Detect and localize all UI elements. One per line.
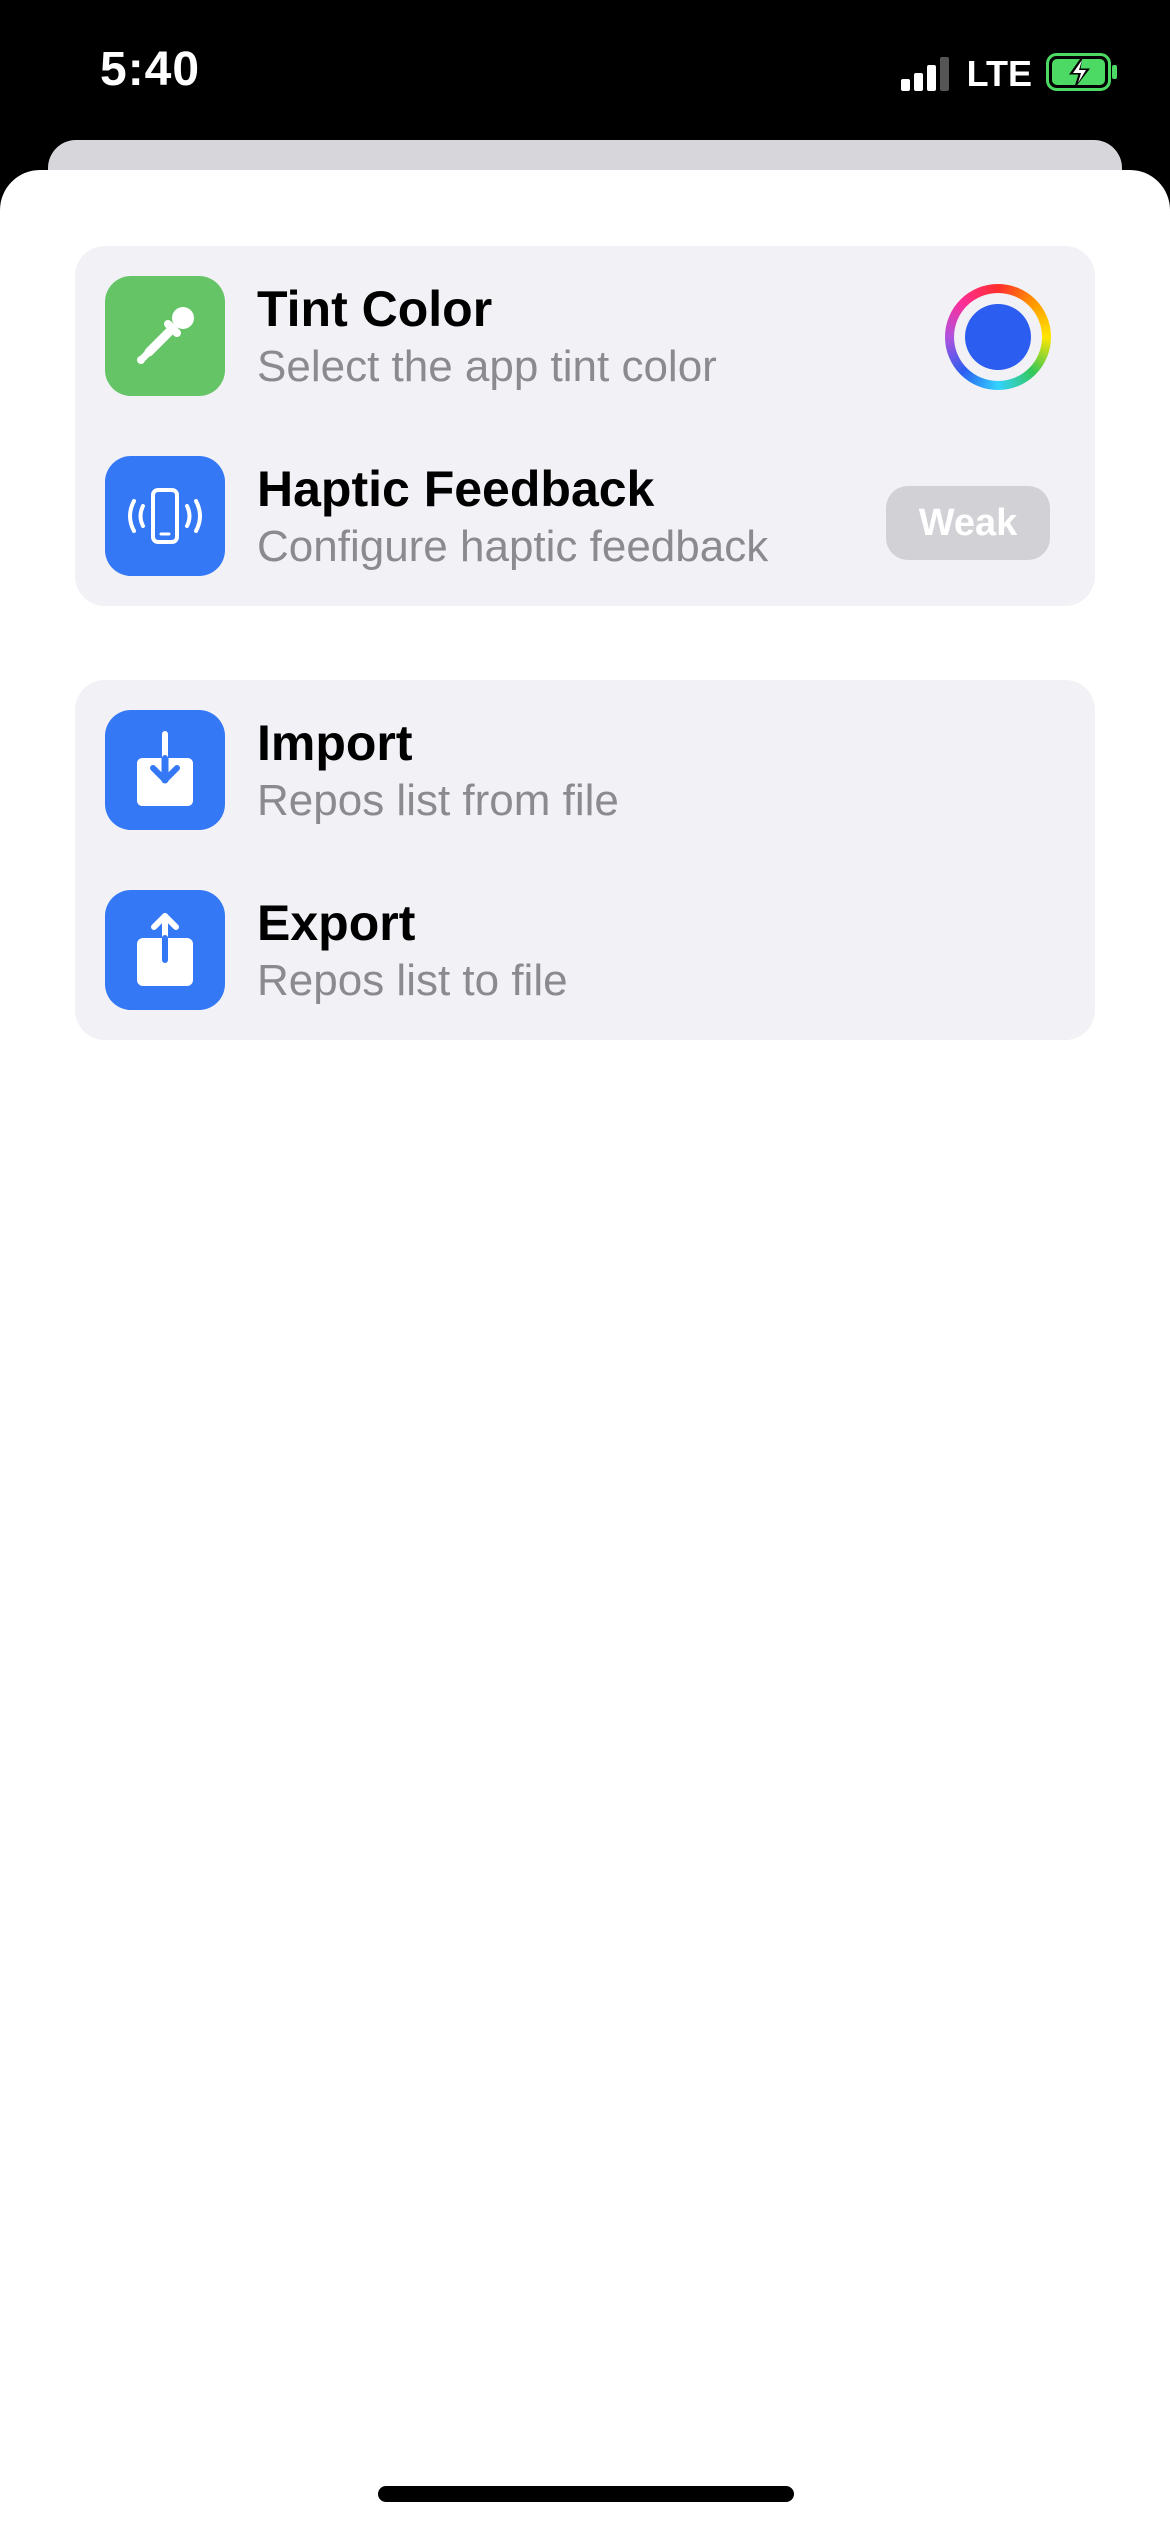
export-title: Export: [257, 895, 416, 951]
eyedropper-icon: [105, 276, 225, 396]
tint-color-subtitle: Select the app tint color: [257, 342, 717, 391]
haptic-feedback-subtitle: Configure haptic feedback: [257, 522, 769, 571]
haptic-feedback-row[interactable]: Haptic Feedback Configure haptic feedbac…: [75, 426, 1095, 606]
square-arrow-up-icon: [105, 890, 225, 1010]
settings-sheet: Tint Color Select the app tint color Hap…: [0, 170, 1170, 2532]
battery-charging-icon: [1046, 52, 1118, 96]
phone-vibrate-icon: [105, 456, 225, 576]
home-indicator[interactable]: [378, 2486, 794, 2502]
export-row[interactable]: Export Repos list to file: [75, 860, 1095, 1040]
settings-group-appearance: Tint Color Select the app tint color Hap…: [75, 246, 1095, 606]
import-subtitle: Repos list from file: [257, 776, 619, 825]
import-row[interactable]: Import Repos list from file: [75, 680, 1095, 860]
tray-arrow-down-icon: [105, 710, 225, 830]
import-title: Import: [257, 715, 413, 771]
settings-group-data: Import Repos list from file Export Repos…: [75, 680, 1095, 1040]
status-time: 5:40: [100, 43, 201, 96]
haptic-strength-button[interactable]: Weak: [886, 486, 1050, 560]
tint-color-row[interactable]: Tint Color Select the app tint color: [75, 246, 1095, 426]
color-well[interactable]: [945, 284, 1051, 390]
export-subtitle: Repos list to file: [257, 956, 568, 1005]
selected-color-swatch: [965, 304, 1031, 370]
haptic-feedback-title: Haptic Feedback: [257, 461, 655, 517]
cellular-signal-icon: [900, 57, 953, 91]
status-indicators: LTE: [900, 52, 1118, 96]
color-well-gap: [954, 293, 1042, 381]
network-type-label: LTE: [966, 53, 1032, 94]
tint-color-title: Tint Color: [257, 281, 493, 337]
status-bar: 5:40 LTE: [0, 0, 1170, 140]
